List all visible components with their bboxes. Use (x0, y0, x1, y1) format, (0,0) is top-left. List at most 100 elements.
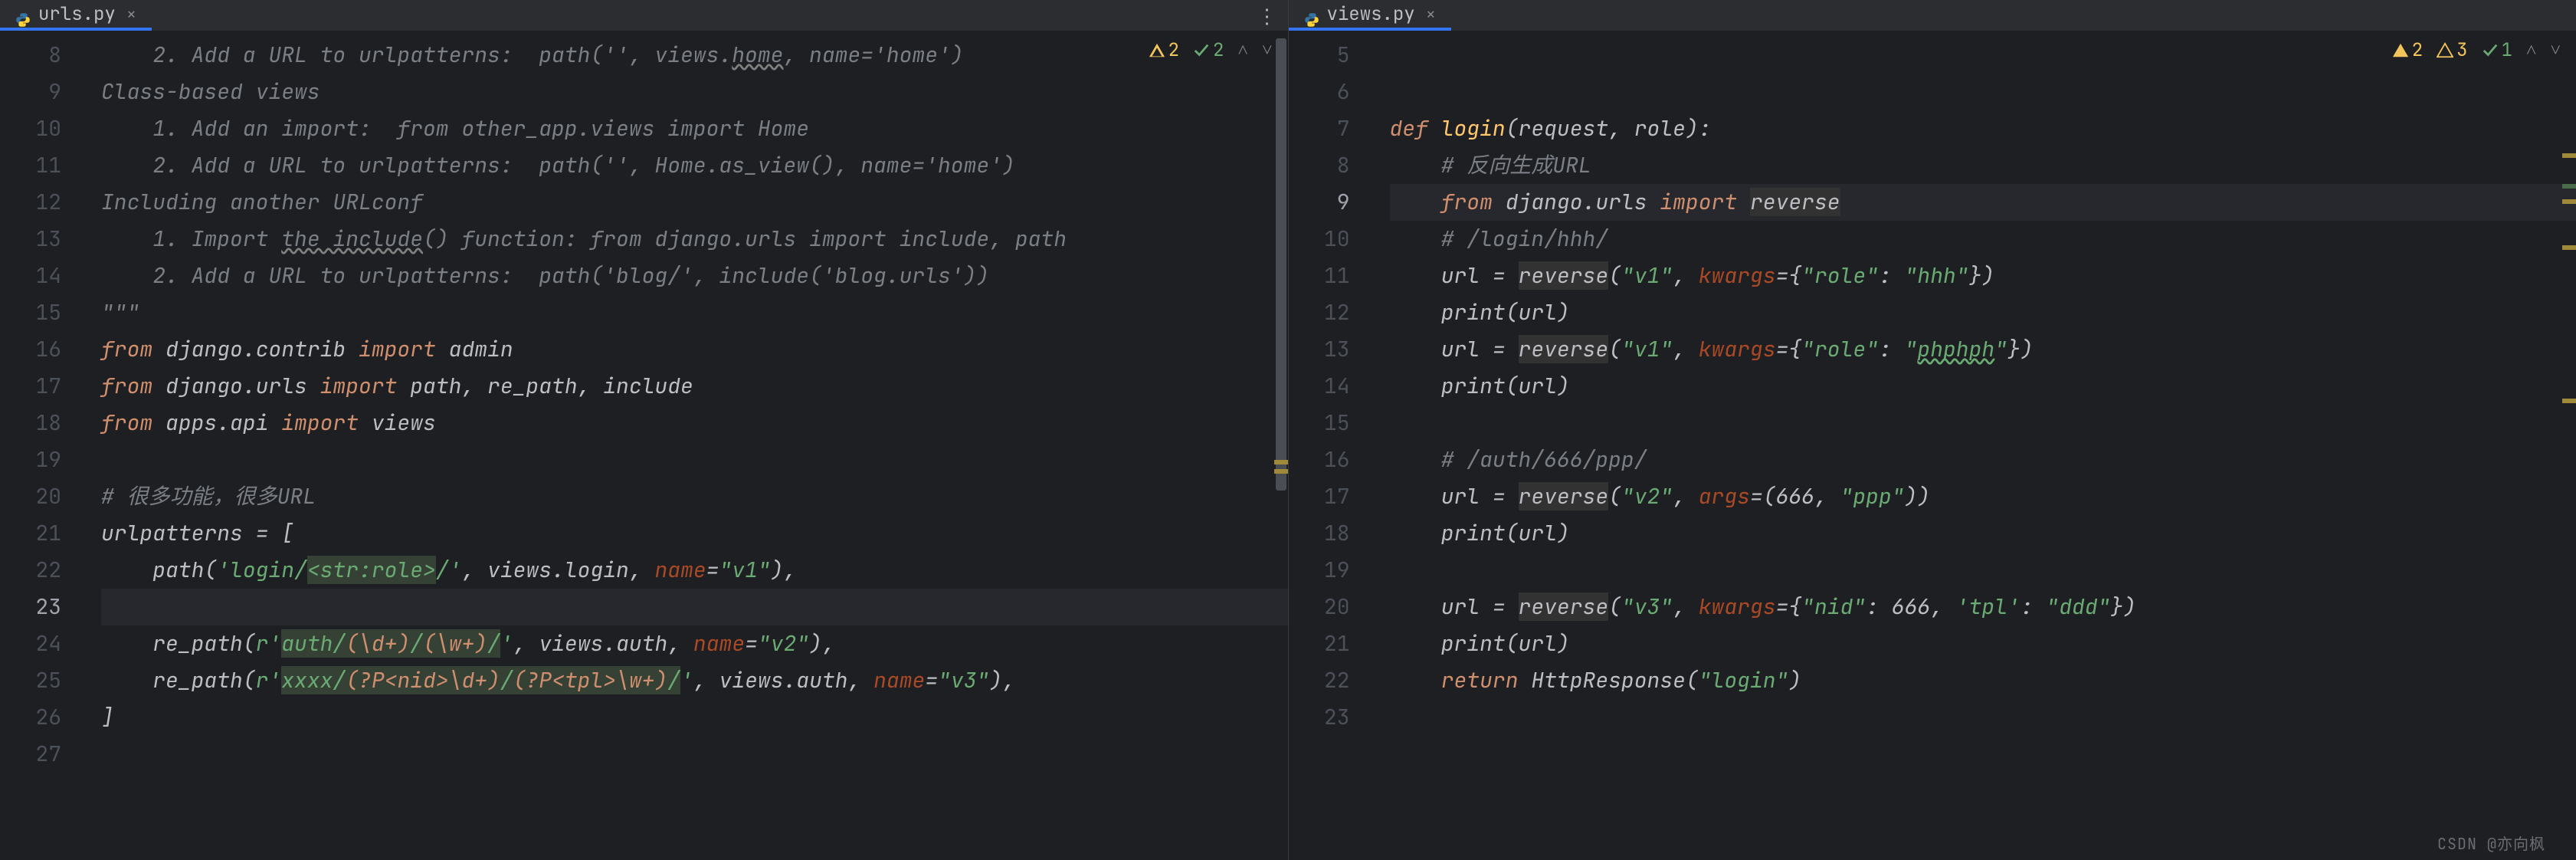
marker[interactable] (1274, 469, 1288, 474)
fold-column-right[interactable] (1373, 31, 1390, 860)
code-line[interactable]: print(url) (1390, 625, 2576, 662)
code-line[interactable] (101, 441, 1288, 478)
code-line[interactable]: print(url) (1390, 294, 2576, 331)
line-number[interactable]: 17 (0, 368, 61, 405)
code-line[interactable]: print(url) (1390, 515, 2576, 552)
code-line[interactable]: 1. Add an import: from other_app.views i… (101, 110, 1288, 147)
tab-urls[interactable]: urls.py × (0, 0, 152, 31)
line-number[interactable]: 6 (1289, 74, 1350, 110)
code-line[interactable]: print(url) (1390, 368, 2576, 405)
line-number[interactable]: 10 (0, 110, 61, 147)
next-highlight-icon[interactable]: ˅ (1262, 38, 1273, 62)
line-number[interactable]: 17 (1289, 478, 1350, 515)
ok-indicator[interactable]: 2 (1193, 38, 1224, 62)
scrollbar-right[interactable] (2562, 31, 2576, 860)
marker[interactable] (2562, 184, 2576, 189)
editor-left[interactable]: 89101112131415161718192021222324252627 2… (0, 31, 1288, 860)
code-line[interactable]: 2. Add a URL to urlpatterns: path('', vi… (101, 37, 1288, 74)
line-number[interactable]: 24 (0, 625, 61, 662)
line-number[interactable]: 12 (1289, 294, 1350, 331)
line-number[interactable]: 20 (0, 478, 61, 515)
line-number[interactable]: 16 (1289, 441, 1350, 478)
marker[interactable] (2562, 199, 2576, 204)
code-line[interactable]: path('login/<str:role>/', views.login, n… (101, 552, 1288, 589)
line-number[interactable]: 14 (0, 258, 61, 294)
line-number[interactable]: 19 (0, 441, 61, 478)
code-line[interactable]: 2. Add a URL to urlpatterns: path('', Ho… (101, 147, 1288, 184)
line-number[interactable]: 26 (0, 699, 61, 736)
marker[interactable] (2562, 153, 2576, 158)
line-number[interactable]: 8 (0, 37, 61, 74)
line-number[interactable]: 7 (1289, 110, 1350, 147)
code-line[interactable]: from apps.api import views (101, 405, 1288, 441)
prev-highlight-icon[interactable]: ˄ (1237, 38, 1248, 62)
code-line[interactable] (1390, 552, 2576, 589)
line-number[interactable]: 21 (0, 515, 61, 552)
code-line[interactable]: # 反向生成URL (1390, 147, 2576, 184)
scrollbar-left[interactable] (1274, 31, 1288, 860)
editor-right[interactable]: 567891011121314151617181920212223 def lo… (1289, 31, 2576, 860)
line-number[interactable]: 9 (0, 74, 61, 110)
fold-column-left[interactable] (84, 31, 101, 860)
gutter-right[interactable]: 567891011121314151617181920212223 (1289, 31, 1373, 860)
line-number[interactable]: 10 (1289, 221, 1350, 258)
code-line[interactable]: url = reverse("v2", args=(666, "ppp")) (1390, 478, 2576, 515)
code-line[interactable]: # /login/hhh/ (1390, 221, 2576, 258)
line-number[interactable]: 12 (0, 184, 61, 221)
code-line[interactable]: url = reverse("v3", kwargs={"nid": 666, … (1390, 589, 2576, 625)
line-number[interactable]: 15 (1289, 405, 1350, 441)
code-line[interactable]: url = reverse("v1", kwargs={"role": "hhh… (1390, 258, 2576, 294)
prev-highlight-icon[interactable]: ˄ (2526, 38, 2537, 62)
weak-warning-indicator[interactable]: 3 (2437, 38, 2467, 62)
code-line[interactable] (1390, 405, 2576, 441)
marker[interactable] (2562, 399, 2576, 403)
line-number[interactable]: 23 (1289, 699, 1350, 736)
warning-indicator[interactable]: 2 (1149, 38, 1179, 62)
code-line[interactable]: 1. Import the include() function: from d… (101, 221, 1288, 258)
code-line[interactable]: urlpatterns = [ (101, 515, 1288, 552)
next-highlight-icon[interactable]: ˅ (2550, 38, 2561, 62)
more-icon[interactable]: ⋮ (1257, 2, 1277, 29)
close-icon[interactable]: × (126, 3, 136, 25)
code-line[interactable]: re_path(r'xxxx/(?P<nid>\d+)/(?P<tpl>\w+)… (101, 662, 1288, 699)
line-number[interactable]: 13 (1289, 331, 1350, 368)
line-number[interactable]: 27 (0, 736, 61, 773)
code-line[interactable]: from django.urls import reverse (1390, 184, 2576, 221)
line-number[interactable]: 22 (0, 552, 61, 589)
code-line[interactable] (101, 589, 1288, 625)
code-line[interactable] (101, 736, 1288, 773)
ok-indicator[interactable]: 1 (2482, 38, 2512, 62)
code-line[interactable]: # 很多功能，很多URL (101, 478, 1288, 515)
code-line[interactable]: from django.contrib import admin (101, 331, 1288, 368)
line-number[interactable]: 20 (1289, 589, 1350, 625)
warning-indicator[interactable]: 2 (2392, 38, 2423, 62)
code-line[interactable]: ] (101, 699, 1288, 736)
code-line[interactable]: # /auth/666/ppp/ (1390, 441, 2576, 478)
code-right[interactable]: def login(request, role): # 反向生成URL from… (1390, 31, 2576, 860)
line-number[interactable]: 9 (1289, 184, 1350, 221)
line-number[interactable]: 21 (1289, 625, 1350, 662)
code-left[interactable]: 2. Add a URL to urlpatterns: path('', vi… (101, 31, 1288, 860)
line-number[interactable]: 8 (1289, 147, 1350, 184)
marker[interactable] (2562, 245, 2576, 250)
line-number[interactable]: 5 (1289, 37, 1350, 74)
code-line[interactable]: Including another URLconf (101, 184, 1288, 221)
gutter-left[interactable]: 89101112131415161718192021222324252627 (0, 31, 84, 860)
line-number[interactable]: 14 (1289, 368, 1350, 405)
code-line[interactable] (1390, 699, 2576, 736)
line-number[interactable]: 23 (0, 589, 61, 625)
line-number[interactable]: 18 (0, 405, 61, 441)
code-line[interactable]: url = reverse("v1", kwargs={"role": "php… (1390, 331, 2576, 368)
marker[interactable] (1274, 460, 1288, 464)
code-line[interactable]: return HttpResponse("login") (1390, 662, 2576, 699)
line-number[interactable]: 13 (0, 221, 61, 258)
line-number[interactable]: 16 (0, 331, 61, 368)
code-line[interactable]: """ (101, 294, 1288, 331)
code-line[interactable] (1390, 74, 2576, 110)
code-line[interactable]: 2. Add a URL to urlpatterns: path('blog/… (101, 258, 1288, 294)
line-number[interactable]: 25 (0, 662, 61, 699)
line-number[interactable]: 11 (1289, 258, 1350, 294)
code-line[interactable]: def login(request, role): (1390, 110, 2576, 147)
code-line[interactable]: re_path(r'auth/(\d+)/(\w+)/', views.auth… (101, 625, 1288, 662)
code-line[interactable]: from django.urls import path, re_path, i… (101, 368, 1288, 405)
